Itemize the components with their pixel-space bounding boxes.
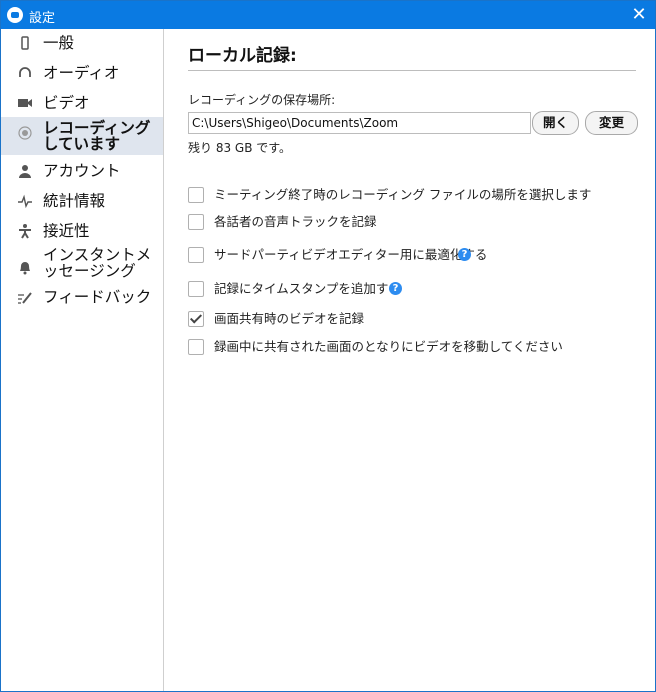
sidebar-item-label: レコーディングしています [43, 119, 151, 153]
remaining-space-text: 残り 83 GB です。 [188, 141, 292, 155]
help-icon[interactable]: ? [389, 282, 402, 295]
checkbox[interactable] [188, 214, 204, 230]
recording-settings-panel: ローカル記録: レコーディングの保存場所: C:\Users\Shigeo\Do… [164, 29, 655, 691]
sidebar-item-label: インスタントメッセージング [43, 246, 152, 280]
sidebar-item-statistics[interactable]: 統計情報 [1, 187, 163, 215]
person-icon [17, 163, 33, 179]
option-label: 録画中に共有された画面のとなりにビデオを移動してください [214, 339, 563, 354]
sidebar: 一般 オーディオ ビデオ レコーディングしています アカウント 統計情報 接近性… [1, 29, 164, 691]
option-label: 画面共有時のビデオを記録 [214, 311, 365, 326]
sidebar-item-video[interactable]: ビデオ [1, 89, 163, 117]
sidebar-item-audio[interactable]: オーディオ [1, 59, 163, 87]
sidebar-item-feedback[interactable]: フィードバック [1, 283, 163, 311]
checkbox[interactable] [188, 247, 204, 263]
option-label: サードパーティビデオエディター用に最適化する [214, 247, 488, 262]
option-label: ミーティング終了時のレコーディング ファイルの場所を選択します [214, 187, 592, 202]
sidebar-item-label: 統計情報 [43, 192, 106, 210]
location-label: レコーディングの保存場所: [188, 93, 336, 107]
checkbox[interactable] [188, 339, 204, 355]
sidebar-item-account[interactable]: アカウント [1, 157, 163, 185]
recording-location-field[interactable]: C:\Users\Shigeo\Documents\Zoom [188, 112, 531, 134]
title-bar[interactable]: 設定 ✕ [1, 1, 655, 29]
page-title: ローカル記録: [188, 46, 297, 66]
option-label: 各話者の音声トラックを記録 [214, 214, 377, 229]
window-title: 設定 [29, 11, 56, 26]
open-folder-button[interactable]: 開く [532, 111, 579, 135]
sidebar-item-accessibility[interactable]: 接近性 [1, 217, 163, 245]
sidebar-item-label: 接近性 [43, 222, 90, 240]
feedback-pencil-icon [17, 289, 33, 305]
accessibility-icon [17, 223, 33, 239]
phone-icon [17, 35, 33, 51]
sidebar-item-general[interactable]: 一般 [1, 29, 163, 57]
checkbox[interactable] [188, 281, 204, 297]
sidebar-item-label: アカウント [43, 162, 121, 180]
help-icon[interactable]: ? [458, 248, 471, 261]
close-button[interactable]: ✕ [623, 1, 655, 29]
sidebar-item-label: 一般 [43, 34, 75, 52]
pulse-icon [17, 193, 33, 209]
bell-icon [17, 259, 33, 275]
sidebar-item-recording[interactable]: レコーディングしています [1, 117, 163, 155]
record-icon [17, 125, 33, 141]
sidebar-item-label: オーディオ [43, 64, 120, 82]
change-location-button[interactable]: 変更 [585, 111, 638, 135]
headphones-icon [17, 65, 33, 81]
divider [188, 70, 636, 71]
checkbox[interactable] [188, 187, 204, 203]
sidebar-item-instant-messaging[interactable]: インスタントメッセージング [1, 245, 163, 283]
sidebar-item-label: ビデオ [43, 94, 90, 112]
video-camera-icon [17, 95, 33, 111]
option-label: 記録にタイムスタンプを追加する [214, 281, 401, 296]
zoom-app-icon [7, 7, 23, 23]
checkbox-checked[interactable] [188, 311, 204, 327]
settings-window: 設定 ✕ 一般 オーディオ ビデオ レコーディングしています アカウント 統計情… [0, 0, 656, 692]
sidebar-item-label: フィードバック [43, 288, 152, 306]
